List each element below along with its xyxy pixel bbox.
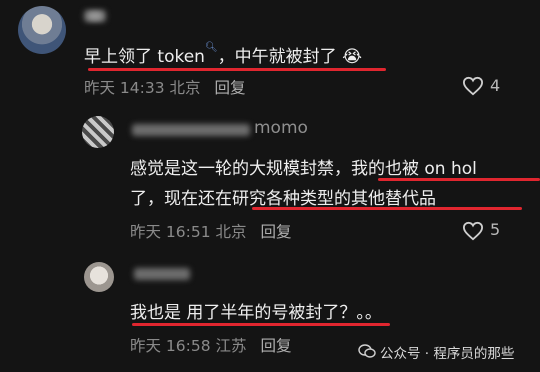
username[interactable]: momo: [254, 118, 308, 138]
reply-button[interactable]: 回复: [261, 223, 292, 241]
watermark: 公众号 · 程序员的那些: [380, 346, 515, 362]
avatar[interactable]: [18, 6, 66, 54]
avatar[interactable]: [82, 116, 114, 148]
heart-icon[interactable]: [462, 76, 484, 96]
highlight-underline: [378, 178, 540, 181]
username-redacted: [88, 12, 102, 20]
comment-time-location: 昨天 16:51 北京: [130, 223, 247, 241]
comment-meta: 昨天 14:33 北京 回复: [84, 76, 246, 98]
search-icon[interactable]: 🔍︎: [205, 42, 218, 53]
highlight-underline: [88, 68, 386, 71]
like-count: 4: [490, 76, 501, 95]
username-redacted: [134, 268, 190, 280]
comment-text: 我也是 用了半年的号被封了？。。: [130, 303, 382, 323]
comment-meta: 昨天 16:58 江苏 回复: [130, 334, 292, 356]
heart-icon[interactable]: [462, 221, 484, 241]
comment-meta: 昨天 16:51 北京 回复: [130, 220, 292, 242]
comment-time-location: 昨天 14:33 北京: [84, 79, 201, 97]
comment-text-line: 感觉是这一轮的大规模封禁，我的也被 on hol: [130, 159, 477, 179]
comment-time-location: 昨天 16:58 江苏: [130, 337, 247, 355]
like-count: 5: [490, 220, 501, 239]
highlight-underline: [252, 207, 522, 210]
avatar[interactable]: [84, 262, 114, 292]
reply-button[interactable]: 回复: [215, 79, 246, 97]
username-redacted: [132, 124, 250, 136]
wechat-icon: [358, 344, 376, 358]
crying-emoji-icon: 😭: [342, 47, 362, 67]
highlight-underline: [132, 323, 390, 326]
reply-button[interactable]: 回复: [261, 337, 292, 355]
comment-text: 早上领了 token🔍︎，中午就被封了 😭: [84, 42, 362, 67]
comment-text-line: 了，现在还在研究各种类型的其他替代品: [130, 189, 436, 209]
